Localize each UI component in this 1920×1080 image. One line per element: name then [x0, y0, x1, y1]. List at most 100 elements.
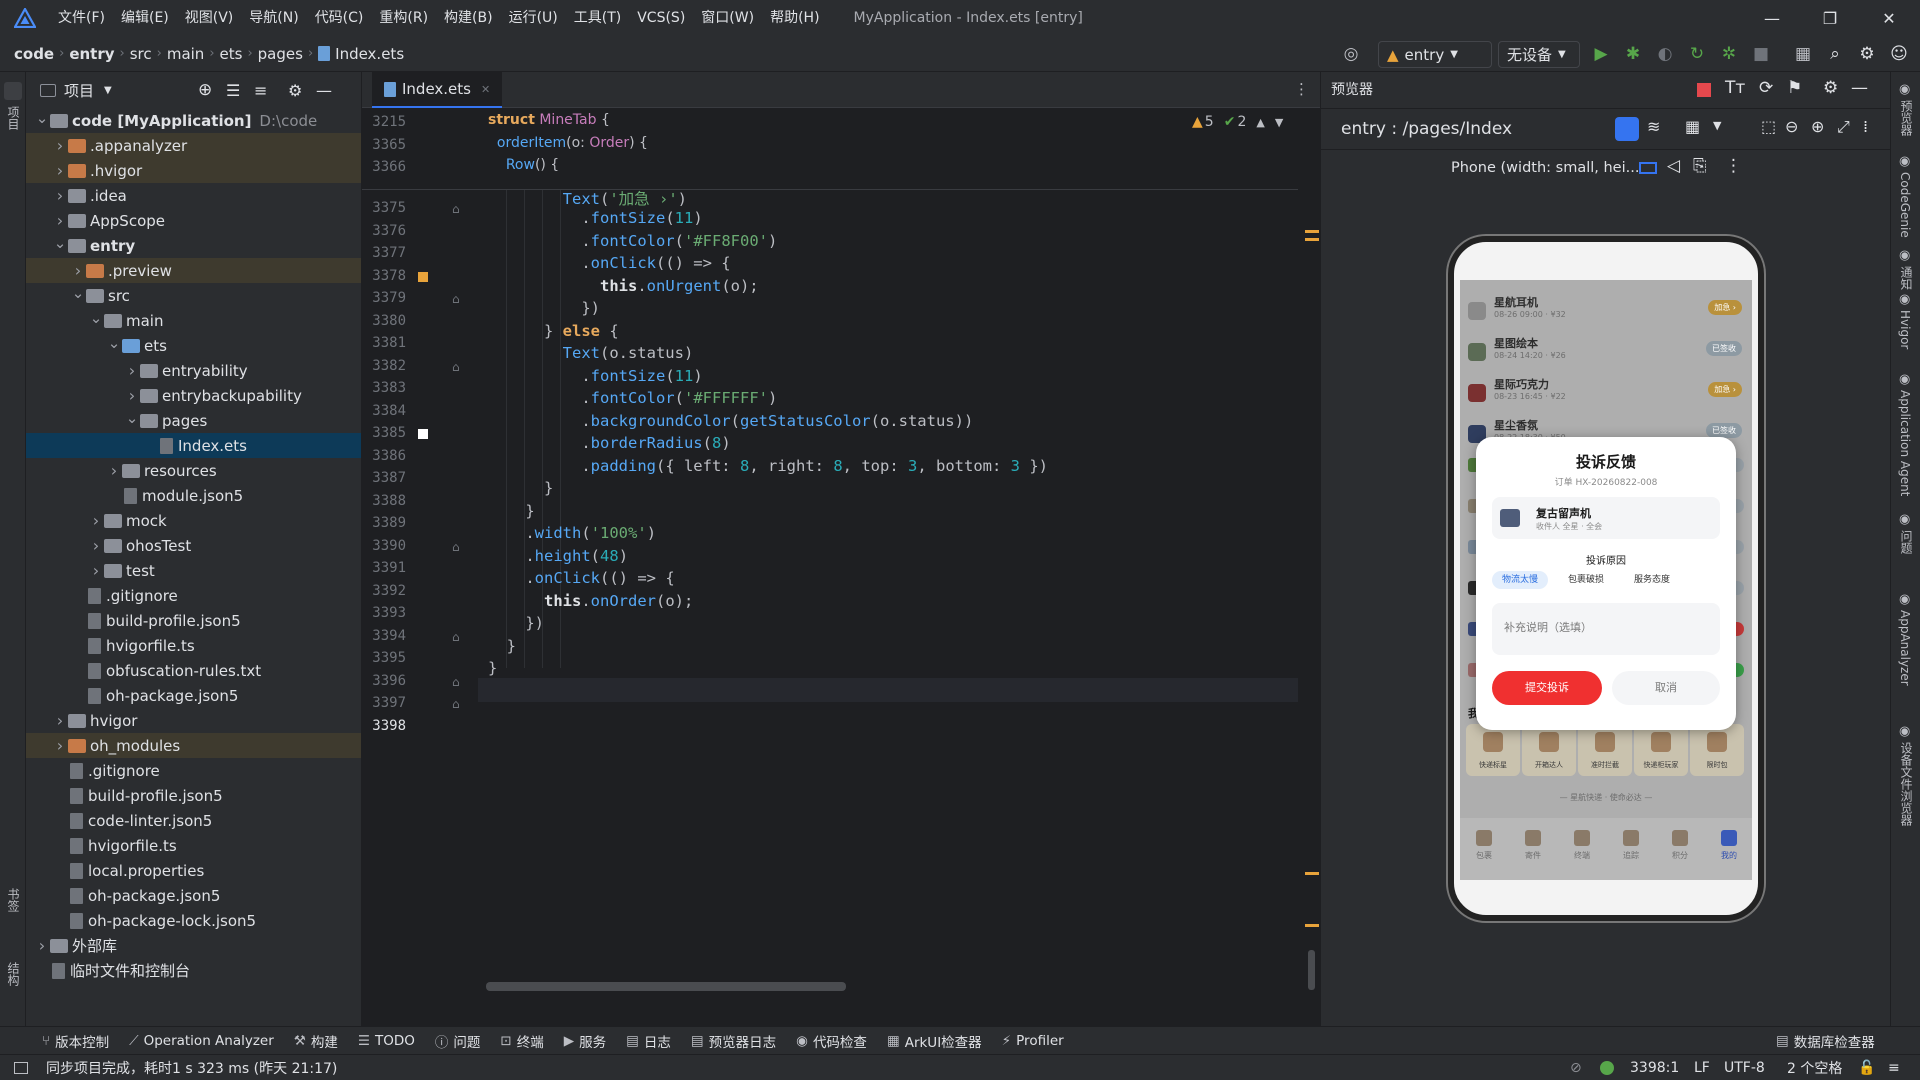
- close-icon[interactable]: ✕: [1862, 0, 1916, 36]
- chevron-right-icon[interactable]: ›: [52, 211, 68, 230]
- tool-window-icon[interactable]: ◉: [1899, 154, 1910, 169]
- fold-icon[interactable]: ⌂: [452, 697, 460, 711]
- tree-item[interactable]: build-profile.json5: [26, 608, 361, 633]
- tool-window-icon[interactable]: ◉: [1899, 592, 1910, 607]
- breadcrumb-item[interactable]: pages: [258, 45, 303, 63]
- device-select[interactable]: 无设备 ▼: [1498, 41, 1580, 68]
- tree-item[interactable]: .gitignore: [26, 758, 361, 783]
- tree-item[interactable]: module.json5: [26, 483, 361, 508]
- tree-item[interactable]: › ohosTest: [26, 533, 361, 558]
- font-size-icon[interactable]: Tт: [1725, 78, 1745, 98]
- inspection-widget[interactable]: ▲ 5 ✔ 2 ▲ ▼: [1192, 114, 1283, 130]
- run-icon[interactable]: ▶: [1588, 36, 1614, 72]
- breadcrumb-item[interactable]: Index.ets: [335, 45, 404, 63]
- bookmarks-tool-label[interactable]: 书签: [5, 888, 22, 912]
- chevron-down-icon[interactable]: ▼: [1275, 116, 1283, 129]
- ratio-icon[interactable]: ⁞: [1863, 117, 1868, 136]
- tool-window-button[interactable]: ▤ 日志: [626, 1031, 671, 1051]
- tree-item[interactable]: 临时文件和控制台: [26, 958, 361, 983]
- reason-chip[interactable]: 包裹破损: [1558, 571, 1614, 589]
- fold-icon[interactable]: ⌂: [452, 630, 460, 644]
- chevron-right-icon[interactable]: ›: [52, 711, 68, 730]
- chevron-right-icon[interactable]: ›: [52, 186, 68, 205]
- chevron-down-icon[interactable]: ⌄: [70, 284, 86, 302]
- tab-index-ets[interactable]: Index.ets ✕: [372, 72, 503, 108]
- code-line[interactable]: .onClick(() => {: [488, 569, 674, 587]
- menu-item[interactable]: VCS(S): [629, 0, 693, 36]
- menu-item[interactable]: 构建(B): [436, 0, 501, 36]
- tool-window-button[interactable]: ☰ TODO: [358, 1033, 415, 1049]
- chevron-right-icon[interactable]: ›: [34, 936, 50, 955]
- tree-item[interactable]: Index.ets: [26, 433, 361, 458]
- chevron-down-icon[interactable]: ⌄: [106, 334, 122, 352]
- stop-preview-icon[interactable]: [1697, 83, 1711, 97]
- gear-icon[interactable]: ⚙: [1854, 36, 1880, 72]
- collapse-all-icon[interactable]: ≡: [254, 81, 267, 100]
- code-line[interactable]: }: [488, 502, 534, 520]
- cancel-button[interactable]: 取消: [1612, 671, 1720, 705]
- warning-stripe[interactable]: [1305, 238, 1319, 241]
- tool-window-label[interactable]: Hvigor: [1898, 310, 1912, 349]
- lock-icon[interactable]: 🔓: [1858, 1060, 1875, 1076]
- sticky-code-line[interactable]: Row() {: [488, 157, 559, 173]
- more-options-icon[interactable]: ⋮: [1725, 156, 1742, 176]
- menu-item[interactable]: 代码(C): [307, 0, 372, 36]
- expand-all-icon[interactable]: ☰: [226, 81, 240, 100]
- tree-item[interactable]: obfuscation-rules.txt: [26, 658, 361, 683]
- gear-icon[interactable]: ⚙: [1823, 78, 1838, 98]
- grid-icon[interactable]: ▦: [1685, 117, 1700, 136]
- breadcrumb-item[interactable]: ets: [220, 45, 243, 63]
- tool-window-icon[interactable]: ◉: [1899, 372, 1910, 387]
- inspector-icon[interactable]: ⚑: [1787, 78, 1802, 98]
- tree-item[interactable]: hvigorfile.ts: [26, 633, 361, 658]
- code-line[interactable]: }: [488, 637, 516, 655]
- gear-icon[interactable]: ⚙: [288, 81, 302, 100]
- tree-item[interactable]: › test: [26, 558, 361, 583]
- sticky-code-line[interactable]: orderItem(o: Order) {: [488, 135, 648, 151]
- chevron-right-icon[interactable]: ›: [70, 261, 86, 280]
- menu-item[interactable]: 重构(R): [371, 0, 436, 36]
- chevron-right-icon[interactable]: ›: [88, 511, 104, 530]
- breadcrumb-item[interactable]: main: [167, 45, 204, 63]
- code-line[interactable]: }): [488, 614, 544, 632]
- tree-item[interactable]: › mock: [26, 508, 361, 533]
- code-line[interactable]: .borderRadius(8): [488, 434, 730, 452]
- tool-window-button[interactable]: ⑂ 版本控制: [42, 1031, 109, 1051]
- no-mouse-icon[interactable]: ⊘: [1570, 1060, 1582, 1076]
- menu-item[interactable]: 文件(F): [50, 0, 113, 36]
- device-size-icon[interactable]: [1639, 162, 1657, 174]
- tool-window-label[interactable]: CodeGenie: [1898, 172, 1912, 238]
- menu-item[interactable]: 工具(T): [566, 0, 629, 36]
- tree-item[interactable]: oh-package-lock.json5: [26, 908, 361, 933]
- refresh-icon[interactable]: ⟳: [1759, 78, 1773, 98]
- code-line[interactable]: .fontColor('#FFFFFF'): [488, 389, 777, 407]
- horizontal-scrollbar[interactable]: [486, 982, 846, 991]
- tool-window-label[interactable]: 预览器: [1898, 100, 1915, 136]
- debug-reload-icon[interactable]: ✲: [1716, 36, 1742, 72]
- memory-icon[interactable]: ≡: [1888, 1060, 1900, 1076]
- structure-tool-label[interactable]: 结构: [5, 962, 22, 986]
- tree-item[interactable]: ⌄ pages: [26, 408, 361, 433]
- menu-item[interactable]: 运行(U): [501, 0, 566, 36]
- tool-window-button[interactable]: ⟋ Operation Analyzer: [129, 1033, 274, 1049]
- restore-icon[interactable]: ❐: [1803, 0, 1857, 36]
- menu-item[interactable]: 帮助(H): [762, 0, 827, 36]
- more-options-icon[interactable]: ⋮: [1294, 80, 1309, 98]
- chevron-up-icon[interactable]: ▲: [1256, 116, 1264, 129]
- fold-icon[interactable]: ⌂: [452, 675, 460, 689]
- tree-item[interactable]: › resources: [26, 458, 361, 483]
- tree-item[interactable]: build-profile.json5: [26, 783, 361, 808]
- tree-item[interactable]: oh-package.json5: [26, 883, 361, 908]
- vertical-scrollbar[interactable]: [1308, 950, 1315, 990]
- fold-icon[interactable]: ⌂: [452, 292, 460, 306]
- run-config-select[interactable]: ▲ entry ▼: [1378, 41, 1492, 68]
- chevron-right-icon[interactable]: ›: [52, 136, 68, 155]
- tree-item[interactable]: code-linter.json5: [26, 808, 361, 833]
- tool-window-button[interactable]: ⊡ 终端: [500, 1031, 543, 1051]
- tree-item[interactable]: oh-package.json5: [26, 683, 361, 708]
- code-line[interactable]: }: [488, 659, 497, 677]
- project-tool-icon[interactable]: [4, 82, 22, 100]
- panel-toggle-icon[interactable]: [14, 1061, 28, 1074]
- chevron-down-icon[interactable]: ▼: [1713, 119, 1721, 132]
- tree-item[interactable]: › .idea: [26, 183, 361, 208]
